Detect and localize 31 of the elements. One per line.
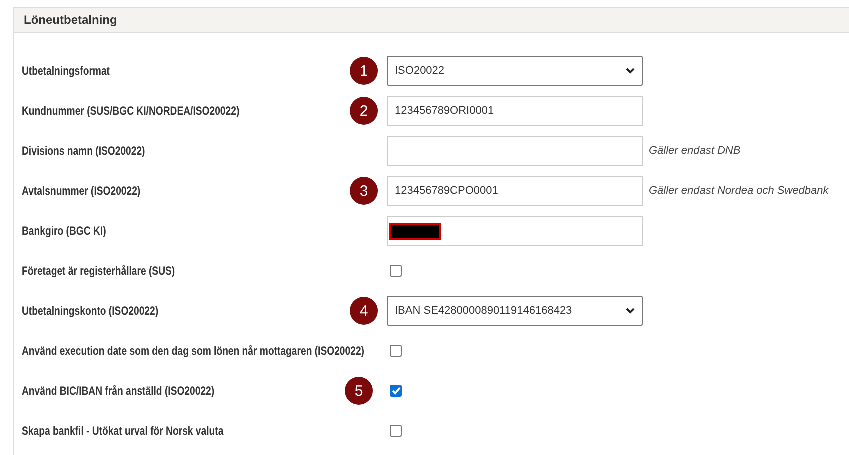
field-label: Använd BIC/IBAN från anställd (ISO20022)	[22, 384, 215, 398]
step-badge: 5	[345, 377, 373, 405]
field-label: Skapa bankfil - Utökat urval för Norsk valuta	[22, 424, 224, 438]
step-badge: 2	[350, 97, 378, 125]
input-field[interactable]	[387, 136, 643, 166]
field-label: Divisions namn (ISO20022)	[22, 144, 146, 158]
hint-text: Gäller endast DNB	[648, 145, 742, 157]
input-field[interactable]	[387, 216, 643, 246]
check-icon	[392, 387, 400, 395]
dropdown[interactable]: ISO20022	[387, 56, 643, 86]
step-badge: 3	[350, 177, 378, 205]
panel-title: Löneutbetalning	[24, 13, 118, 27]
step-badge: 4	[350, 297, 378, 325]
hint-text: Gäller endast Nordea och Swedbank	[648, 185, 830, 197]
field-label: Kundnummer (SUS/BGC KI/NORDEA/ISO20022)	[22, 104, 240, 118]
input-field[interactable]: 123456789CPO0001	[387, 176, 643, 206]
field-label: Avtalsnummer (ISO20022)	[22, 184, 141, 198]
dropdown[interactable]: IBAN SE4280000890119146168423	[387, 296, 643, 326]
checkbox[interactable]	[390, 345, 402, 357]
checkbox[interactable]	[390, 385, 402, 397]
chevron-icon	[626, 308, 635, 314]
field-label: Utbetalningsformat	[22, 64, 110, 78]
input-field[interactable]: 123456789ORI0001	[387, 96, 643, 126]
field-label: Utbetalningskonto (ISO20022)	[22, 304, 159, 318]
field-label: Företaget är registerhållare (SUS)	[22, 264, 176, 278]
field-label: Bankgiro (BGC KI)	[22, 224, 106, 238]
checkbox[interactable]	[390, 265, 402, 277]
checkbox[interactable]	[390, 425, 402, 437]
step-badge: 1	[350, 57, 378, 85]
field-label: Använd execution date som den dag som lönen når mottagaren (ISO20022)	[22, 344, 364, 358]
chevron-icon	[626, 68, 635, 74]
